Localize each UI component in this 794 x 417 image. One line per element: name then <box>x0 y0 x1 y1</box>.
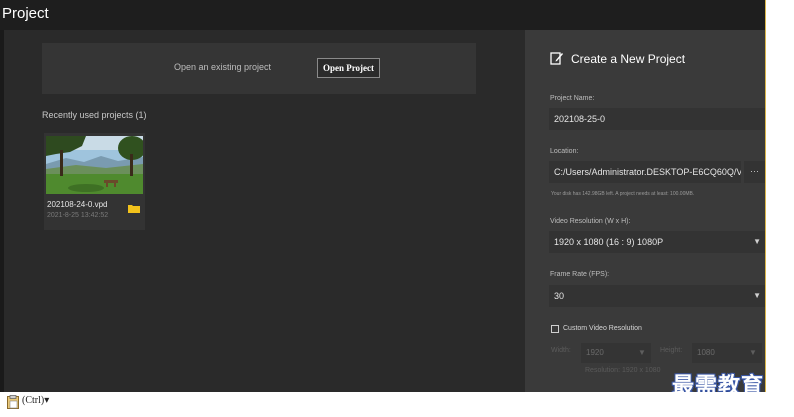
project-name-input[interactable]: 202108-25-0 <box>549 108 765 130</box>
custom-resolution-checkbox[interactable] <box>551 325 559 333</box>
location-input[interactable]: C:/Users/Administrator.DESKTOP-E6CQ60Q/V… <box>549 161 741 183</box>
video-resolution-label: Video Resolution (W x H): <box>550 218 631 225</box>
create-project-pane: Create a New Project Project Name: 20210… <box>525 30 765 392</box>
project-thumbnail <box>46 136 143 194</box>
width-value: 1920 <box>586 348 604 357</box>
height-value: 1080 <box>697 348 715 357</box>
paste-options-bar: (Ctrl)▾ <box>0 392 794 417</box>
frame-rate-select[interactable]: 30 ▼ <box>549 285 765 307</box>
frame-rate-value: 30 <box>554 291 565 301</box>
open-project-pane: Open an existing project Open Project Re… <box>4 30 525 392</box>
project-file-name: 202108-24-0.vpd <box>47 200 108 209</box>
new-project-icon <box>550 51 564 65</box>
open-project-button[interactable]: Open Project <box>317 58 380 78</box>
chevron-down-icon: ▼ <box>753 237 761 246</box>
frame-rate-label: Frame Rate (FPS): <box>550 271 610 278</box>
window-edge <box>765 0 794 392</box>
open-existing-section: Open an existing project Open Project <box>42 43 476 94</box>
paste-ctrl-label[interactable]: (Ctrl)▾ <box>22 395 49 406</box>
create-project-title: Create a New Project <box>571 52 686 66</box>
chevron-down-icon: ▼ <box>638 348 646 357</box>
width-label: Width: <box>551 347 571 354</box>
chevron-down-icon: ▼ <box>753 291 761 300</box>
recent-projects-label: Recently used projects (1) <box>42 110 147 120</box>
project-date: 2021-8-25 13:42:52 <box>47 212 109 219</box>
recent-project-card[interactable]: 202108-24-0.vpd 2021-8-25 13:42:52 <box>44 133 145 230</box>
video-resolution-value: 1920 x 1080 (16 : 9) 1080P <box>554 237 664 247</box>
open-existing-prompt: Open an existing project <box>174 62 272 72</box>
resolution-summary: Resolution: 1920 x 1080 <box>585 367 661 374</box>
video-resolution-select[interactable]: 1920 x 1080 (16 : 9) 1080P ▼ <box>549 231 765 253</box>
project-name-label: Project Name: <box>550 95 595 102</box>
folder-icon[interactable] <box>128 200 140 213</box>
height-label: Height: <box>660 347 683 354</box>
location-label: Location: <box>550 148 579 155</box>
disk-space-note: Your disk has 142.98GB left. A project n… <box>551 191 695 197</box>
window-title: Project <box>2 5 49 22</box>
custom-resolution-label: Custom Video Resolution <box>563 325 642 332</box>
chevron-down-icon: ▼ <box>749 348 757 357</box>
browse-location-button[interactable]: ··· <box>744 161 765 183</box>
clipboard-icon[interactable] <box>7 395 19 409</box>
title-bar: Project <box>0 0 765 30</box>
